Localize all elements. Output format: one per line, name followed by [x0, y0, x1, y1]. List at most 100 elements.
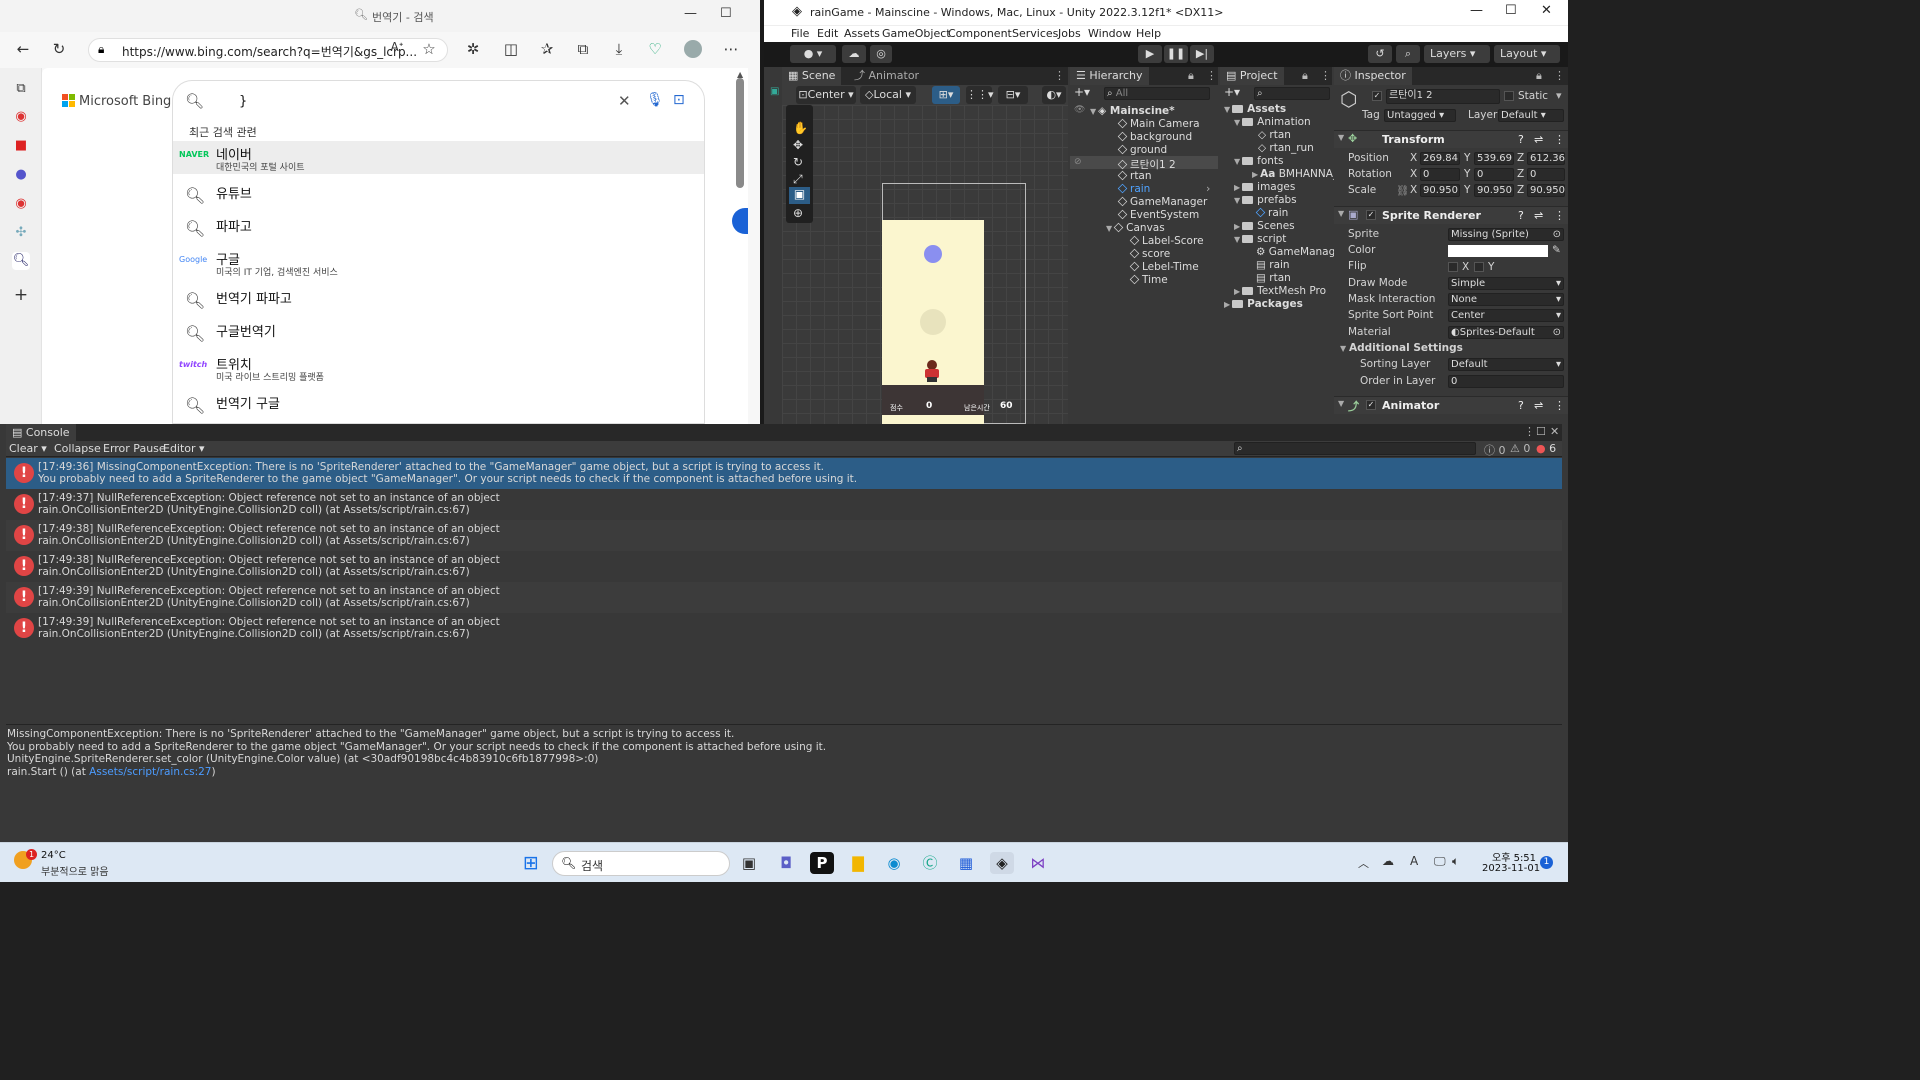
play-button[interactable]: ▶ [1138, 45, 1162, 63]
console-log-entry[interactable]: ! [17:49:39] NullReferenceException: Obj… [6, 582, 1562, 613]
static-checkbox[interactable] [1504, 91, 1514, 101]
taskbar-search[interactable]: 🔍︎ 검색 [552, 851, 730, 876]
sprite-field[interactable]: Missing (Sprite) ⊙ [1448, 228, 1564, 241]
console-search[interactable]: ⌕ [1234, 442, 1476, 455]
flip-x-checkbox[interactable] [1448, 262, 1458, 272]
error-pause-button[interactable]: Error Pause [103, 442, 166, 455]
project-item[interactable]: ▶ Packages [1224, 298, 1303, 311]
component-menu-icon[interactable]: ⋮ [1554, 133, 1565, 146]
suggestion-item[interactable]: 🔍︎ 구글번역기 [173, 318, 704, 351]
project-item[interactable]: ▼ script [1234, 233, 1286, 246]
menu-edit[interactable]: Edit [817, 27, 838, 40]
panel-menu-icon[interactable]: ⋮ [1554, 69, 1565, 82]
add-object-button[interactable]: +▾ [1074, 85, 1090, 99]
scene-root[interactable]: ▼ ◈ Mainscine* [1090, 105, 1175, 118]
weather-desc[interactable]: 부분적으로 맑음 [41, 863, 109, 878]
transform-tool-icon[interactable]: ⊕ [793, 206, 803, 220]
scene-viewport[interactable]: 점수 0 남은시간 60 [782, 105, 1068, 424]
menu-file[interactable]: File [791, 27, 809, 40]
position-y-field[interactable]: 539.69 [1474, 152, 1514, 165]
sidebar-app-icon[interactable]: ✣ [12, 224, 30, 242]
layout-dropdown[interactable]: Layout ▾ [1494, 45, 1560, 63]
visual-search-icon[interactable]: ⊡ [673, 92, 685, 108]
teams-chat-icon[interactable]: ◘ [774, 852, 798, 874]
store-icon[interactable]: ▦ [954, 852, 978, 874]
draw-mode-button[interactable]: ◐▾ [1042, 86, 1066, 104]
project-item[interactable]: ▶ TextMesh Pro [1234, 285, 1326, 298]
lock-icon[interactable]: 🔒︎ [1302, 69, 1308, 83]
history-icon[interactable]: ↺ [1368, 45, 1392, 63]
pivot-center-dropdown[interactable]: ⊡Center ▾ [796, 86, 856, 104]
hierarchy-item[interactable]: Main Camera [1117, 118, 1200, 131]
object-name-field[interactable]: 르탄이1 2 [1386, 89, 1500, 104]
flip-y-checkbox[interactable] [1474, 262, 1484, 272]
mask-dropdown[interactable]: None ▾ [1448, 293, 1564, 306]
create-asset-button[interactable]: +▾ [1224, 85, 1240, 99]
rotation-x-field[interactable]: 0 [1420, 168, 1460, 181]
suggestion-item[interactable]: NAVER 네이버 대한민국의 포털 사이트 [173, 141, 704, 174]
color-swatch[interactable] [1448, 245, 1548, 257]
sidebar-app-icon[interactable]: ◉ [12, 108, 30, 126]
minimize-button[interactable]: — [684, 6, 697, 21]
project-search[interactable]: ⌕ [1254, 87, 1330, 100]
hidden-eye-icon[interactable]: ⊘ [1074, 157, 1082, 167]
script-link[interactable]: Assets/script/rain.cs:27 [89, 766, 211, 778]
clear-button[interactable]: Clear ▾ [9, 442, 47, 455]
collab-icon[interactable]: ◎ [870, 45, 892, 63]
sidebar-app-icon[interactable]: ◉ [12, 195, 30, 213]
layers-dropdown[interactable]: Layers ▾ [1424, 45, 1490, 63]
project-item[interactable]: ▶ Scenes [1234, 220, 1295, 233]
unity-hub-icon[interactable]: ◈ [990, 852, 1014, 874]
chevron-down-icon[interactable]: ▾ [1556, 89, 1562, 102]
hierarchy-item[interactable]: 르탄이1 2 [1117, 157, 1176, 171]
layer-dropdown[interactable]: Default ▾ [1498, 109, 1564, 122]
menu-assets[interactable]: Assets [844, 27, 880, 40]
tab-actions-icon[interactable]: ⧉ [12, 80, 30, 98]
maximize-panel-icon[interactable]: ☐ [1536, 425, 1546, 438]
order-field[interactable]: 0 [1448, 375, 1564, 388]
rtan-character-sprite[interactable] [924, 360, 940, 382]
hierarchy-item[interactable]: ▼ Canvas [1106, 222, 1165, 235]
tab-project[interactable]: ▤ Project [1220, 67, 1284, 85]
hierarchy-search[interactable]: ⌕ All [1104, 87, 1210, 100]
pivot-local-dropdown[interactable]: ◇Local ▾ [860, 86, 916, 104]
animator-header[interactable]: ▼ ⤴ ✓ Animator ? ⇌ ⋮ [1334, 396, 1568, 414]
snap-increment-button[interactable]: ⊟▾ [998, 86, 1028, 104]
close-button[interactable]: ✕ [1541, 3, 1552, 18]
info-count[interactable]: ⓘ 0 [1484, 442, 1506, 458]
collapse-button[interactable]: Collapse [54, 442, 101, 455]
menu-gameobject[interactable]: GameObject [882, 27, 951, 40]
rotation-y-field[interactable]: 0 [1474, 168, 1514, 181]
project-item[interactable]: ▶ images [1234, 181, 1295, 194]
ime-icon[interactable]: A [1410, 854, 1418, 868]
error-count[interactable]: ● 6 [1536, 442, 1556, 455]
clear-icon[interactable]: ✕ [618, 92, 631, 110]
grid-snap-button[interactable]: ⊞▾ [932, 86, 960, 104]
favorite-star-icon[interactable]: ☆ [418, 40, 440, 58]
profile-avatar[interactable] [684, 40, 702, 58]
project-item[interactable]: rain [1255, 207, 1288, 220]
panel-menu-icon[interactable]: ⋮ [1320, 69, 1331, 82]
suggestion-item[interactable]: 🔍︎ 유튜브 [173, 180, 704, 213]
scale-x-field[interactable]: 90.950 [1420, 184, 1460, 197]
material-field[interactable]: ◐Sprites-Default ⊙ [1448, 326, 1564, 339]
copilot-edge-tab[interactable] [732, 208, 748, 234]
hierarchy-item[interactable]: score [1129, 248, 1170, 261]
console-log-entry[interactable]: ! [17:49:37] NullReferenceException: Obj… [6, 489, 1562, 520]
search-icon[interactable]: ⌕ [1396, 45, 1420, 63]
presets-icon[interactable]: ⇌ [1534, 133, 1543, 146]
draw-mode-dropdown[interactable]: Simple ▾ [1448, 277, 1564, 290]
suggestion-item[interactable]: 🔍︎ 번역기 파파고 [173, 285, 704, 318]
hierarchy-item[interactable]: Label-Score [1129, 235, 1204, 248]
hierarchy-item[interactable]: Time [1129, 274, 1168, 287]
console-log-entry[interactable]: ! [17:49:39] NullReferenceException: Obj… [6, 613, 1562, 644]
scale-z-field[interactable]: 90.950 [1527, 184, 1565, 197]
suggestion-item[interactable]: Google 구글 미국의 IT 기업, 검색엔진 서비스 [173, 246, 704, 279]
project-item[interactable]: ▼ fonts [1234, 155, 1284, 168]
position-z-field[interactable]: 612.36 [1527, 152, 1565, 165]
collections-icon[interactable]: ⧉ [572, 40, 594, 58]
tab-inspector[interactable]: ⓘ Inspector [1334, 67, 1412, 85]
page-scrollbar[interactable] [736, 78, 744, 188]
panel-menu-icon[interactable]: ⋮ [1524, 425, 1535, 438]
rain-drop-sprite[interactable] [924, 245, 942, 263]
